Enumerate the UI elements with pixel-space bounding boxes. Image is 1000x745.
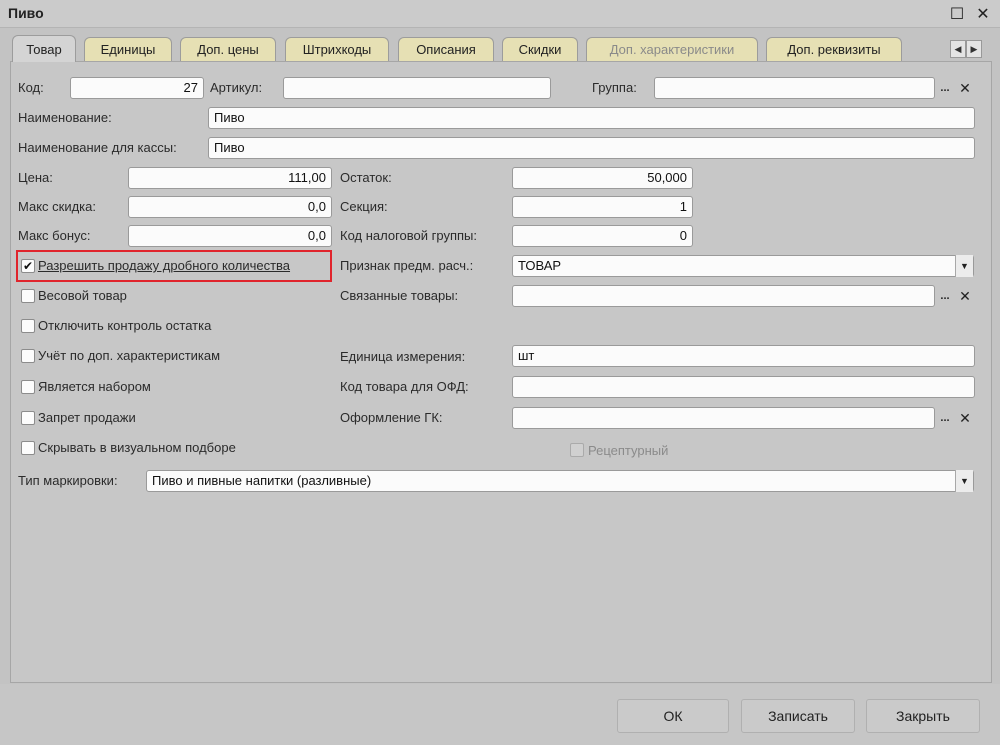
tab-discounts[interactable]: Скидки xyxy=(502,37,578,61)
related-clear-icon[interactable]: ✕ xyxy=(956,285,974,307)
tab-scroll-right-icon[interactable]: ▶ xyxy=(966,40,982,58)
ok-button[interactable]: ОК xyxy=(617,699,729,733)
related-field[interactable] xyxy=(512,285,935,307)
code-label: Код: xyxy=(18,80,44,95)
tax-group-field[interactable]: 0 xyxy=(512,225,693,247)
payment-subject-select[interactable]: ТОВАР xyxy=(512,255,974,277)
prescription-checkbox xyxy=(570,443,584,457)
ofd-code-label: Код товара для ОФД: xyxy=(340,379,469,394)
stock-label: Остаток: xyxy=(340,170,392,185)
fractional-checkbox[interactable]: ✔ xyxy=(21,259,35,273)
disable-stock-checkbox[interactable] xyxy=(21,319,35,333)
related-label: Связанные товары: xyxy=(340,288,459,303)
gk-field[interactable] xyxy=(512,407,935,429)
group-select-icon[interactable]: ... xyxy=(936,77,954,99)
hide-visual-checkbox[interactable] xyxy=(21,441,35,455)
characteristics-checkbox[interactable] xyxy=(21,349,35,363)
tab-descriptions[interactable]: Описания xyxy=(398,37,494,61)
close-icon[interactable]: ✕ xyxy=(972,3,994,25)
sale-ban-label[interactable]: Запрет продажи xyxy=(38,410,136,425)
section-field[interactable]: 1 xyxy=(512,196,693,218)
tab-extra-prices[interactable]: Доп. цены xyxy=(180,37,276,61)
max-bonus-label: Макс бонус: xyxy=(18,228,91,243)
tab-tovar[interactable]: Товар xyxy=(12,35,76,62)
article-label: Артикул: xyxy=(210,80,263,95)
characteristics-label[interactable]: Учёт по доп. характеристикам xyxy=(38,348,220,363)
cash-name-label: Наименование для кассы: xyxy=(18,140,177,155)
tab-extra-requisites[interactable]: Доп. реквизиты xyxy=(766,37,902,61)
code-field[interactable]: 27 xyxy=(70,77,204,99)
cash-name-field[interactable]: Пиво xyxy=(208,137,975,159)
price-label: Цена: xyxy=(18,170,53,185)
marking-label: Тип маркировки: xyxy=(18,473,118,488)
related-select-icon[interactable]: ... xyxy=(936,285,954,307)
section-label: Секция: xyxy=(340,199,388,214)
sale-ban-checkbox[interactable] xyxy=(21,411,35,425)
gk-label: Оформление ГК: xyxy=(340,410,443,425)
weight-checkbox[interactable] xyxy=(21,289,35,303)
tab-barcodes[interactable]: Штрихкоды xyxy=(285,37,389,61)
group-clear-icon[interactable]: ✕ xyxy=(956,77,974,99)
weight-label[interactable]: Весовой товар xyxy=(38,288,127,303)
stock-field[interactable]: 50,000 xyxy=(512,167,693,189)
max-discount-field[interactable]: 0,0 xyxy=(128,196,332,218)
maximize-icon[interactable]: ☐ xyxy=(946,3,968,25)
article-field[interactable] xyxy=(283,77,551,99)
payment-subject-dropdown-icon[interactable]: ▼ xyxy=(955,255,973,277)
ofd-code-field[interactable] xyxy=(512,376,975,398)
fractional-label[interactable]: Разрешить продажу дробного количества xyxy=(38,258,290,273)
close-button[interactable]: Закрыть xyxy=(866,699,980,733)
tab-scroll-left-icon[interactable]: ◀ xyxy=(950,40,966,58)
is-set-checkbox[interactable] xyxy=(21,380,35,394)
payment-subject-label: Признак предм. расч.: xyxy=(340,258,474,273)
hide-visual-label[interactable]: Скрывать в визуальном подборе xyxy=(38,440,236,455)
group-label: Группа: xyxy=(592,80,637,95)
is-set-label[interactable]: Является набором xyxy=(38,379,151,394)
unit-field[interactable]: шт xyxy=(512,345,975,367)
max-bonus-field[interactable]: 0,0 xyxy=(128,225,332,247)
gk-clear-icon[interactable]: ✕ xyxy=(956,407,974,429)
window-title: Пиво xyxy=(8,5,44,21)
tax-group-label: Код налоговой группы: xyxy=(340,228,477,243)
prescription-label: Рецептурный xyxy=(588,443,669,458)
unit-label: Единица измерения: xyxy=(340,349,466,364)
disable-stock-label[interactable]: Отключить контроль остатка xyxy=(38,318,211,333)
group-field[interactable] xyxy=(654,77,935,99)
marking-select[interactable]: Пиво и пивные напитки (разливные) xyxy=(146,470,974,492)
name-field[interactable]: Пиво xyxy=(208,107,975,129)
max-discount-label: Макс скидка: xyxy=(18,199,96,214)
price-field[interactable]: 111,00 xyxy=(128,167,332,189)
marking-dropdown-icon[interactable]: ▼ xyxy=(955,470,973,492)
save-button[interactable]: Записать xyxy=(741,699,855,733)
title-bar xyxy=(0,0,1000,28)
gk-select-icon[interactable]: ... xyxy=(936,407,954,429)
name-label: Наименование: xyxy=(18,110,112,125)
tab-extra-characteristics[interactable]: Доп. характеристики xyxy=(586,37,758,61)
tab-units[interactable]: Единицы xyxy=(84,37,172,61)
